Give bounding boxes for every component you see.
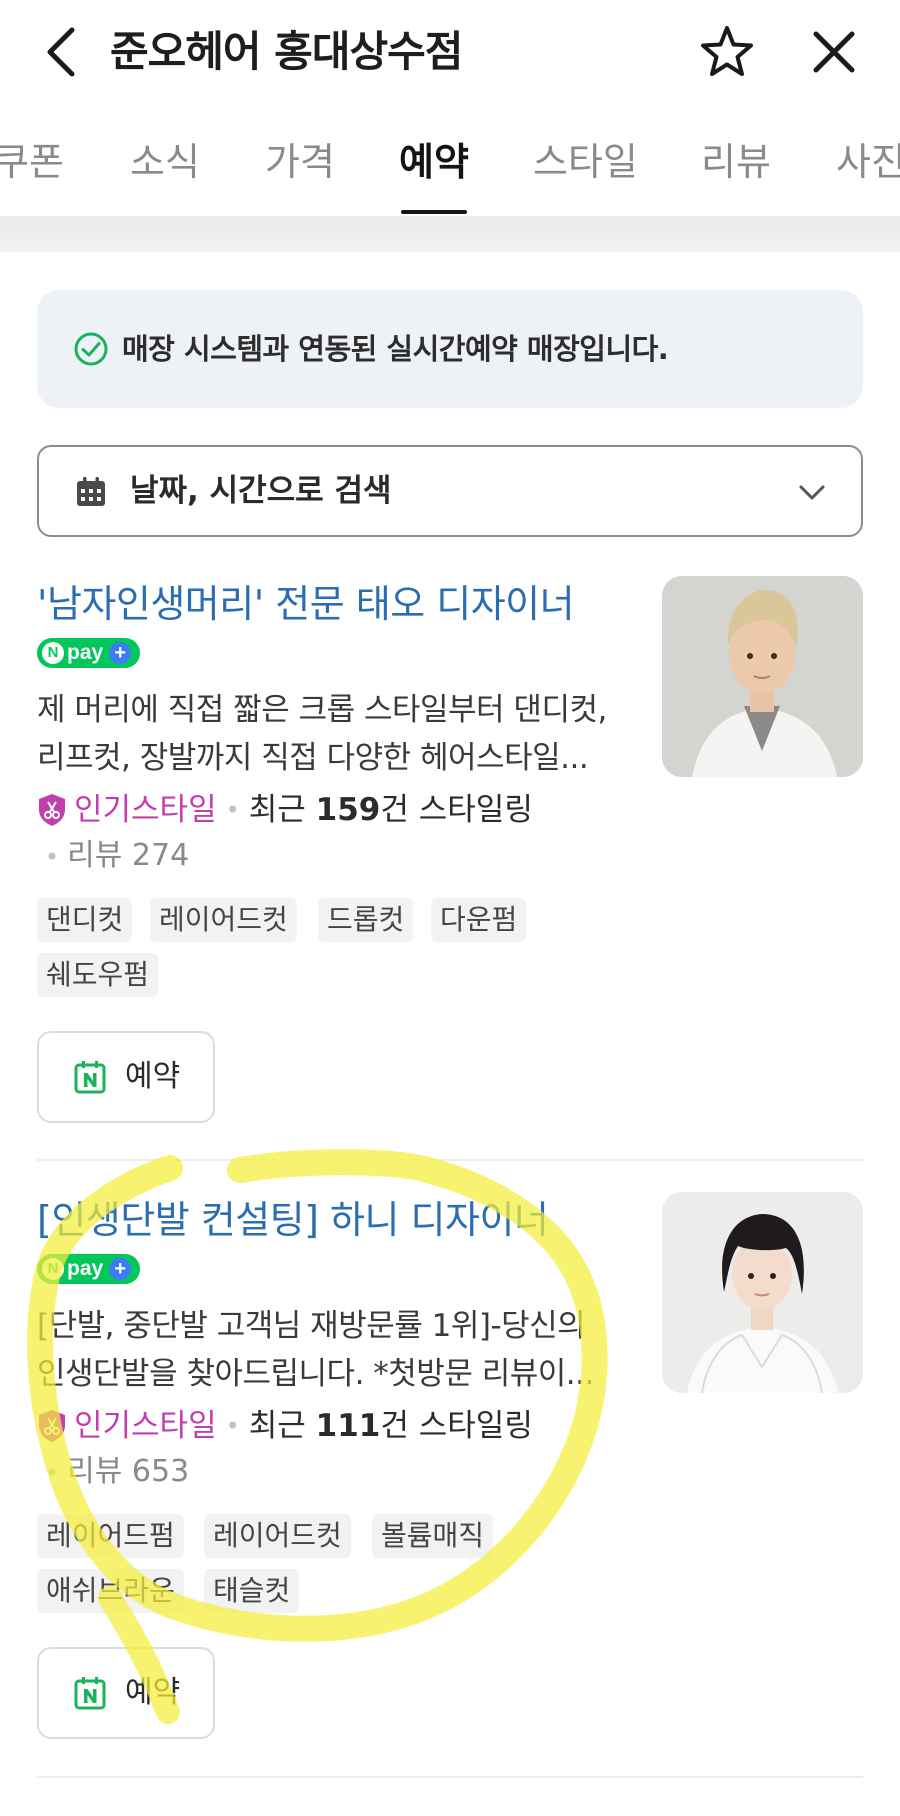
recent-count: 159 xyxy=(315,792,381,828)
style-tag[interactable]: 레이어드컷 xyxy=(204,1514,351,1558)
style-tag[interactable]: 드롭컷 xyxy=(318,898,414,942)
reserve-button[interactable]: 예약 xyxy=(37,1647,215,1739)
style-tag[interactable]: 볼륨매직 xyxy=(372,1514,494,1558)
tab-photo[interactable]: 사진 xyxy=(836,134,900,190)
review-count: • 리뷰 653 xyxy=(45,1450,189,1494)
check-circle-icon xyxy=(74,332,108,366)
designer-card: '남자인생머리' 전문 태오 디자이너 N pay + 제 머리에 직접 짧은 … xyxy=(37,574,863,1134)
review-count: • 리뷰 274 xyxy=(45,834,189,878)
star-outline-icon xyxy=(701,26,753,76)
close-button[interactable] xyxy=(800,18,868,86)
designer-description: 제 머리에 직접 짧은 크롭 스타일부터 댄디컷, 리프컷, 장발까지 직접 다… xyxy=(37,686,627,782)
reserve-label: 예약 xyxy=(125,1059,181,1094)
plus-icon: + xyxy=(109,1258,132,1280)
notice-text: 매장 시스템과 연동된 실시간예약 매장입니다. xyxy=(122,332,669,366)
chevron-left-icon xyxy=(47,27,75,77)
designer-description: [단발, 중단발 고객님 재방문률 1위]-당신의 인생단발을 찾아드립니다. … xyxy=(37,1302,627,1398)
date-time-search-dropdown[interactable]: 날짜, 시간으로 검색 xyxy=(37,445,863,537)
section-divider xyxy=(0,216,900,252)
tab-style[interactable]: 스타일 xyxy=(533,134,638,190)
designer-card: [인생단발 컨설팅] 하니 디자이너 N pay + [단발, 중단발 고객님 … xyxy=(37,1190,863,1750)
designer-stats: 인기스타일 • 최근 159건 스타일링 xyxy=(37,786,533,834)
npay-n-icon: N xyxy=(42,642,64,664)
recent-prefix: 최근 xyxy=(248,1408,316,1444)
reserve-button[interactable]: 예약 xyxy=(37,1031,215,1123)
style-tag[interactable]: 다운펌 xyxy=(431,898,527,942)
page-title: 준오헤어 홍대상수점 xyxy=(110,27,463,76)
style-tag[interactable]: 댄디컷 xyxy=(37,898,133,942)
naver-booking-icon xyxy=(74,1677,106,1710)
description-line: 인생단발을 찾아드립니다. *첫방문 리뷰이... xyxy=(37,1356,594,1392)
shield-scissors-icon xyxy=(39,794,65,826)
npay-label: pay xyxy=(67,1257,104,1280)
top-app-bar: 준오헤어 홍대상수점 xyxy=(0,0,900,108)
tab-review[interactable]: 리뷰 xyxy=(701,134,771,190)
designer-photo[interactable] xyxy=(662,1192,863,1393)
realtime-reservation-notice: 매장 시스템과 연동된 실시간예약 매장입니다. xyxy=(37,290,863,408)
tab-price[interactable]: 가격 xyxy=(265,134,335,190)
tab-news[interactable]: 소식 xyxy=(130,134,200,190)
popular-style-label: 인기스타일 xyxy=(74,792,217,828)
separator-dot: • xyxy=(45,1459,60,1487)
recent-styling-count: 최근 159건 스타일링 xyxy=(249,786,533,834)
close-icon xyxy=(813,31,855,73)
tab-bar: 쿠폰 소식 가격 예약 스타일 리뷰 사진 xyxy=(0,108,900,217)
style-tag[interactable]: 레이어드펌 xyxy=(37,1514,184,1558)
designer-title[interactable]: '남자인생머리' 전문 태오 디자이너 xyxy=(37,574,575,634)
separator-dot: • xyxy=(225,1412,240,1440)
shield-scissors-icon xyxy=(39,1410,65,1442)
reserve-label: 예약 xyxy=(125,1675,181,1710)
style-tag[interactable]: 쉐도우펌 xyxy=(37,953,159,997)
designer-photo[interactable] xyxy=(662,576,863,777)
style-tag[interactable]: 애쉬브라운 xyxy=(37,1569,184,1613)
npay-label: pay xyxy=(67,641,104,664)
recent-count: 111 xyxy=(315,1408,381,1444)
popular-style-label: 인기스타일 xyxy=(74,1408,217,1444)
card-divider xyxy=(37,1776,863,1778)
designer-stats: 인기스타일 • 최근 111건 스타일링 xyxy=(37,1402,533,1450)
back-button[interactable] xyxy=(34,22,88,82)
recent-suffix: 건 스타일링 xyxy=(380,792,533,828)
npay-plus-badge: N pay + xyxy=(37,638,140,668)
tab-reservation[interactable]: 예약 xyxy=(399,134,469,190)
designer-title[interactable]: [인생단발 컨설팅] 하니 디자이너 xyxy=(37,1190,549,1250)
chevron-down-icon xyxy=(799,485,825,500)
plus-icon: + xyxy=(109,642,132,664)
recent-prefix: 최근 xyxy=(248,792,316,828)
description-line: 리프컷, 장발까지 직접 다양한 헤어스타일... xyxy=(37,740,589,776)
naver-booking-icon xyxy=(74,1061,106,1094)
description-line: 제 머리에 직접 짧은 크롭 스타일부터 댄디컷, xyxy=(37,692,607,728)
recent-suffix: 건 스타일링 xyxy=(380,1408,533,1444)
active-tab-indicator xyxy=(401,210,467,214)
separator-dot: • xyxy=(225,796,240,824)
calendar-icon xyxy=(77,477,105,506)
tab-coupon[interactable]: 쿠폰 xyxy=(0,134,64,190)
review-label: 리뷰 653 xyxy=(67,1454,190,1489)
designer-photo-image xyxy=(662,1192,863,1393)
designer-photo-image xyxy=(662,576,863,777)
style-tag[interactable]: 태슬컷 xyxy=(204,1569,300,1613)
favorite-button[interactable] xyxy=(693,18,761,86)
npay-plus-badge: N pay + xyxy=(37,1254,140,1284)
date-search-label: 날짜, 시간으로 검색 xyxy=(130,473,392,509)
separator-dot: • xyxy=(45,843,60,871)
style-tag[interactable]: 레이어드컷 xyxy=(150,898,297,942)
review-label: 리뷰 274 xyxy=(67,838,190,873)
recent-styling-count: 최근 111건 스타일링 xyxy=(249,1402,533,1450)
description-line: [단발, 중단발 고객님 재방문률 1위]-당신의 xyxy=(37,1308,586,1344)
npay-n-icon: N xyxy=(42,1258,64,1280)
card-divider xyxy=(37,1159,863,1161)
